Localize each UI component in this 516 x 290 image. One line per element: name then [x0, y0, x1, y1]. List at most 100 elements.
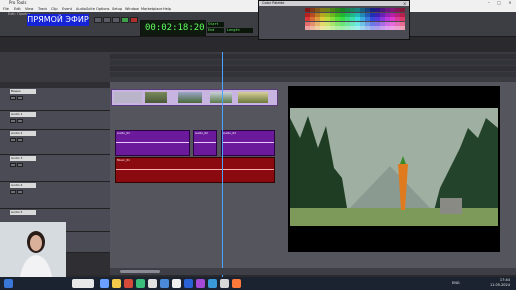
color-swatch[interactable] [375, 17, 380, 21]
solo-button[interactable] [10, 190, 16, 194]
color-swatch[interactable] [305, 17, 310, 21]
mute-button[interactable] [17, 119, 23, 123]
audio-clip[interactable]: Audio_02 [193, 130, 217, 156]
color-swatch[interactable] [370, 12, 375, 17]
mute-button[interactable] [17, 163, 23, 167]
color-swatch[interactable] [315, 8, 320, 12]
color-swatch[interactable] [345, 12, 350, 17]
close-icon[interactable]: × [403, 1, 408, 6]
color-swatch[interactable] [355, 8, 360, 12]
record-icon[interactable] [130, 17, 138, 23]
color-swatch[interactable] [395, 17, 400, 21]
track-row[interactable]: Audio 2 [0, 130, 110, 155]
app-icon[interactable] [184, 279, 193, 288]
play-icon[interactable] [121, 17, 129, 23]
color-swatch[interactable] [375, 26, 380, 30]
color-swatch[interactable] [385, 8, 390, 12]
color-swatch[interactable] [385, 21, 390, 26]
track-row[interactable]: Audio 3 [0, 155, 110, 182]
color-swatch[interactable] [330, 12, 335, 17]
color-swatch[interactable] [385, 12, 390, 17]
playhead-cursor[interactable] [222, 52, 223, 277]
solo-button[interactable] [10, 138, 16, 142]
color-swatch[interactable] [315, 12, 320, 17]
color-swatch[interactable] [400, 8, 405, 12]
color-swatch[interactable] [395, 26, 400, 30]
forward-icon[interactable] [103, 17, 111, 23]
color-swatch[interactable] [370, 8, 375, 12]
mute-button[interactable] [17, 138, 23, 142]
rewind-icon[interactable] [94, 17, 102, 23]
color-swatch[interactable] [360, 21, 365, 26]
scrollbar-thumb[interactable] [120, 270, 160, 273]
music-clip[interactable]: Music_01 [115, 157, 275, 183]
color-swatch[interactable] [305, 8, 310, 12]
track-name[interactable]: Видео [10, 89, 36, 94]
color-swatch[interactable] [310, 26, 315, 30]
language-indicator[interactable]: ENG [452, 281, 460, 285]
color-swatch[interactable] [385, 17, 390, 21]
color-swatch[interactable] [340, 8, 345, 12]
color-swatch[interactable] [380, 17, 385, 21]
color-swatch[interactable] [325, 26, 330, 30]
color-swatch[interactable] [345, 8, 350, 12]
color-swatch[interactable] [350, 17, 355, 21]
color-swatch[interactable] [380, 26, 385, 30]
color-swatch[interactable] [380, 8, 385, 12]
color-swatch[interactable] [320, 21, 325, 26]
stop-icon[interactable] [112, 17, 120, 23]
color-swatch[interactable] [305, 26, 310, 30]
color-swatch[interactable] [375, 8, 380, 12]
color-swatch[interactable] [400, 17, 405, 21]
color-swatch[interactable] [390, 26, 395, 30]
color-swatch[interactable] [340, 21, 345, 26]
color-swatch[interactable] [375, 21, 380, 26]
app-icon[interactable] [148, 279, 157, 288]
color-swatch[interactable] [395, 21, 400, 26]
color-swatch[interactable] [365, 12, 370, 17]
app-icon[interactable] [100, 279, 109, 288]
color-swatch[interactable] [355, 21, 360, 26]
color-swatch[interactable] [370, 26, 375, 30]
mute-button[interactable] [17, 96, 23, 100]
color-swatch[interactable] [345, 26, 350, 30]
mute-button[interactable] [17, 190, 23, 194]
color-swatch[interactable] [315, 26, 320, 30]
color-swatch[interactable] [335, 26, 340, 30]
color-swatch[interactable] [365, 8, 370, 12]
color-swatch[interactable] [355, 12, 360, 17]
track-name[interactable]: Audio 2 [10, 131, 36, 136]
solo-button[interactable] [10, 119, 16, 123]
color-swatch[interactable] [330, 17, 335, 21]
color-swatch[interactable] [335, 8, 340, 12]
color-swatch[interactable] [360, 26, 365, 30]
folder-icon[interactable] [112, 279, 121, 288]
color-swatch[interactable] [390, 12, 395, 17]
track-name[interactable]: Audio 1 [10, 112, 36, 117]
track-row[interactable]: Видео [0, 88, 110, 111]
color-swatch[interactable] [340, 12, 345, 17]
color-swatch[interactable] [390, 17, 395, 21]
color-swatch[interactable] [320, 26, 325, 30]
app-icon[interactable] [72, 279, 94, 288]
color-swatch[interactable] [335, 21, 340, 26]
color-swatch[interactable] [335, 12, 340, 17]
color-swatch[interactable] [310, 8, 315, 12]
color-swatch[interactable] [350, 26, 355, 30]
color-swatch[interactable] [390, 8, 395, 12]
color-swatch-grid[interactable] [305, 8, 405, 32]
color-swatch[interactable] [395, 8, 400, 12]
color-swatch[interactable] [315, 17, 320, 21]
color-swatch[interactable] [325, 21, 330, 26]
color-swatch[interactable] [380, 12, 385, 17]
color-swatch[interactable] [400, 21, 405, 26]
app-icon[interactable] [124, 279, 133, 288]
color-swatch[interactable] [370, 17, 375, 21]
color-swatch[interactable] [350, 12, 355, 17]
color-swatch[interactable] [330, 8, 335, 12]
color-swatch[interactable] [310, 17, 315, 21]
color-swatch[interactable] [320, 12, 325, 17]
start-icon[interactable] [4, 279, 13, 288]
color-swatch[interactable] [315, 21, 320, 26]
taskbar-clock[interactable]: 17:44 11.05.2024 [480, 278, 510, 289]
